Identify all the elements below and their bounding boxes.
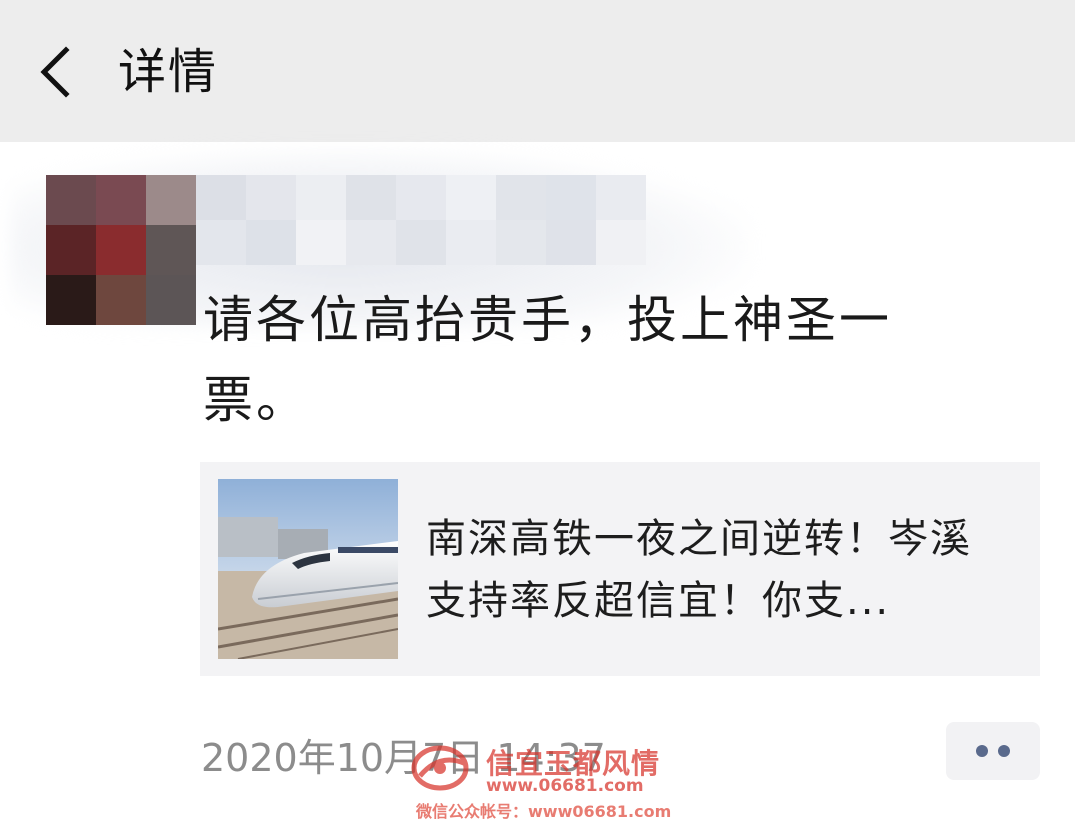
more-dots-icon <box>976 745 988 757</box>
username-pixel <box>496 175 546 220</box>
username-pixel <box>246 220 296 265</box>
watermark-url: www.06681.com <box>486 776 644 796</box>
chevron-left-icon[interactable] <box>34 44 84 100</box>
username-redacted[interactable] <box>196 175 646 265</box>
article-title: 南深高铁一夜之间逆转！岑溪支持率反超信宜！你支... <box>426 516 972 624</box>
username-pixel <box>546 175 596 220</box>
username-pixel <box>496 220 546 265</box>
watermark-account: 微信公众帐号：www06681.com <box>416 802 672 821</box>
username-pixel <box>396 175 446 220</box>
username-pixel <box>196 175 246 220</box>
top-bar: 详情 <box>0 0 1075 142</box>
username-pixel <box>596 175 646 220</box>
avatar-pixel <box>46 175 96 225</box>
site-watermark: 信宜玉都风情 www.06681.com 微信公众帐号：www06681.com <box>410 742 680 832</box>
username-pixel <box>296 220 346 265</box>
username-pixel <box>346 220 396 265</box>
avatar-pixel <box>96 275 146 325</box>
shared-article-card[interactable]: 南深高铁一夜之间逆转！岑溪支持率反超信宜！你支... <box>200 462 1040 676</box>
username-pixel <box>596 220 646 265</box>
more-dots-icon-dot <box>998 745 1010 757</box>
page-title: 详情 <box>118 44 219 100</box>
more-options-button[interactable] <box>946 722 1040 780</box>
avatar-pixel <box>96 175 146 225</box>
username-pixel <box>196 220 246 265</box>
avatar[interactable] <box>46 175 196 325</box>
post-text: 请各位高抬贵手，投上神圣一票。 <box>203 291 892 429</box>
username-pixel <box>246 175 296 220</box>
username-pixel <box>396 220 446 265</box>
avatar-pixel <box>46 225 96 275</box>
avatar-pixel <box>146 275 196 325</box>
watermark-logo-icon <box>411 745 469 791</box>
username-pixel <box>546 220 596 265</box>
username-pixel <box>446 175 496 220</box>
avatar-pixel <box>146 175 196 225</box>
username-pixel <box>346 175 396 220</box>
username-pixel <box>446 220 496 265</box>
avatar-pixel <box>46 275 96 325</box>
article-thumbnail <box>218 479 398 659</box>
avatar-pixel <box>96 225 146 275</box>
avatar-pixel <box>146 225 196 275</box>
username-pixel <box>296 175 346 220</box>
